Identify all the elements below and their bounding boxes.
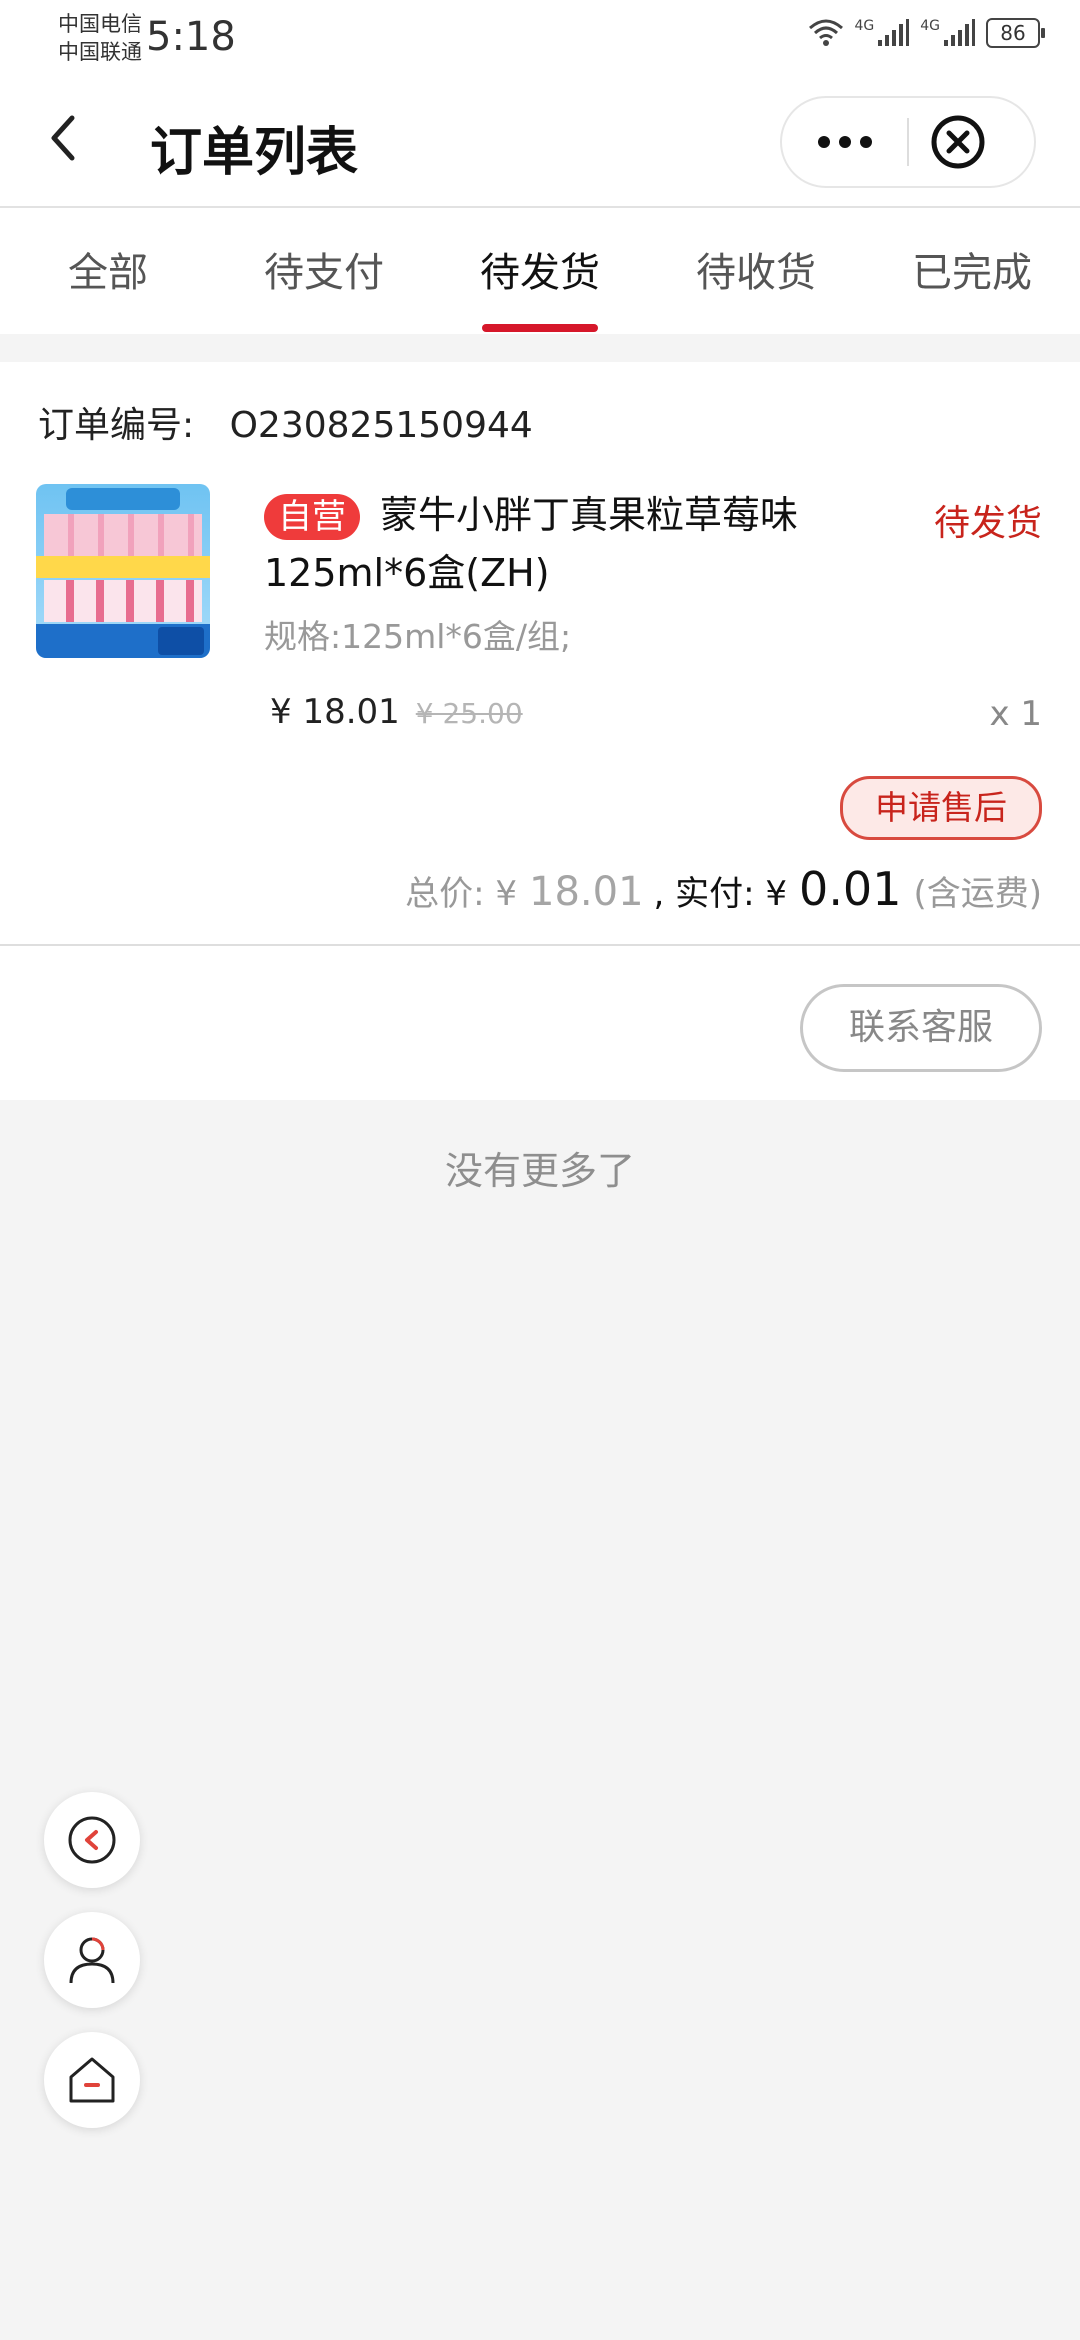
order-number-label: 订单编号: (38, 405, 195, 446)
network-type-1: 4G (854, 18, 875, 34)
thumbnail-promo-band (36, 556, 210, 578)
floating-user-button[interactable] (44, 1912, 140, 2008)
close-circle-icon (931, 115, 985, 169)
home-icon (69, 2057, 115, 2103)
capsule-divider (907, 118, 909, 166)
paid-label: , 实付: ¥ (653, 874, 788, 914)
user-icon (69, 1937, 115, 1984)
contact-service-button[interactable]: 联系客服 (800, 984, 1042, 1072)
product-name[interactable]: 蒙牛小胖丁真果粒草莓味125ml*6盒(ZH) (264, 486, 904, 602)
original-price: ¥ 25.00 (415, 697, 523, 730)
total-amount: 18.01 (529, 869, 644, 915)
carrier-1: 中国电信 (58, 12, 142, 36)
quantity: x 1 (989, 694, 1042, 734)
tab-all[interactable]: 全部 (68, 240, 148, 298)
active-tab-indicator (482, 324, 598, 332)
total-label: 总价: ¥ (405, 874, 518, 914)
wifi-icon (809, 19, 844, 46)
more-button[interactable] (812, 118, 878, 166)
signal-icon-1 (878, 19, 910, 46)
tab-pending-shipment[interactable]: 待发货 (480, 240, 600, 298)
shipping-note: (含运费) (913, 874, 1042, 914)
price-row: ¥ 18.01 ¥ 25.00 (270, 692, 523, 732)
product-thumbnail[interactable] (36, 484, 210, 658)
chevron-left-icon (51, 115, 75, 161)
order-status-tabs: 全部 待支付 待发货 待收货 已完成 (0, 208, 1080, 334)
order-card[interactable]: 订单编号: O230825150944 蒙牛小胖丁真果粒草莓味125ml*6盒(… (0, 362, 1080, 944)
mini-program-capsule (780, 96, 1036, 188)
status-icons: 4G 4G 86 (808, 18, 1045, 48)
tab-completed[interactable]: 已完成 (912, 240, 1032, 298)
back-button[interactable] (36, 108, 96, 168)
order-total: 总价: ¥ 18.01 , 实付: ¥ 0.01 (含运费) (405, 862, 1042, 916)
more-dots-icon (818, 136, 872, 148)
network-type-2: 4G (920, 18, 940, 34)
status-time: 5:18 (146, 14, 236, 60)
status-bar: 中国电信 中国联通 5:18 4G 4G 86 (0, 0, 1080, 80)
close-button[interactable] (928, 112, 988, 172)
after-sale-button[interactable]: 申请售后 (840, 776, 1042, 840)
thumbnail-banner (66, 488, 180, 510)
current-price: ¥ 18.01 (270, 692, 400, 732)
floating-home-button[interactable] (44, 2032, 140, 2128)
carrier-info: 中国电信 中国联通 (58, 10, 142, 66)
page-title: 订单列表 (150, 123, 359, 183)
thumbnail-product-cans (44, 580, 202, 622)
nav-bar: 订单列表 (0, 80, 1080, 208)
order-number: 订单编号: O230825150944 (38, 396, 533, 448)
carrier-2: 中国联通 (58, 40, 142, 64)
paid-amount: 0.01 (799, 862, 902, 916)
order-number-value: O230825150944 (229, 405, 533, 446)
self-operated-badge: 自营 (264, 494, 360, 540)
no-more-text: 没有更多了 (444, 1149, 635, 1193)
order-actions: 联系客服 (0, 944, 1080, 1100)
signal-icon-2 (944, 19, 975, 46)
order-status: 待发货 (933, 503, 1042, 544)
product-spec: 规格:125ml*6盒/组; (264, 617, 572, 656)
floating-back-button[interactable] (44, 1792, 140, 1888)
tab-pending-payment[interactable]: 待支付 (264, 240, 384, 298)
tab-pending-receipt[interactable]: 待收货 (696, 240, 816, 298)
back-circle-icon (68, 1816, 116, 1864)
thumbnail-price-box (158, 627, 204, 655)
battery-icon: 86 (986, 18, 1045, 48)
